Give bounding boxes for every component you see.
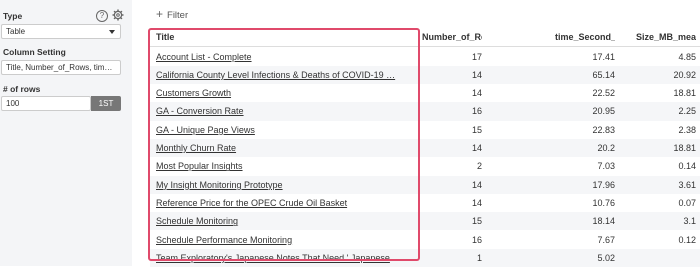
cell-number-of-rows: 14: [471, 197, 482, 208]
table-row: Account List - Complete 17 17.41 4.85: [150, 48, 700, 66]
header-size-mb-mean[interactable]: Size_MB_mean: [636, 28, 696, 46]
cell-number-of-rows: 15: [471, 216, 482, 227]
cell-number-of-rows: 15: [471, 124, 482, 135]
cell-title[interactable]: Customers Growth: [156, 84, 416, 102]
cell-time-second-mean: 22.52: [592, 88, 615, 99]
cell-size-mb-mean: 4.85: [678, 51, 696, 62]
cell-size-mb-mean: 20.92: [673, 69, 696, 80]
cell-title[interactable]: Team Exploratory's Japanese Notes That N…: [156, 249, 416, 267]
column-setting-field[interactable]: Title, Number_of_Rows, tim…: [1, 60, 121, 75]
cell-number-of-rows: 14: [471, 88, 482, 99]
cell-number-of-rows: 14: [471, 179, 482, 190]
cell-time-second-mean: 17.96: [592, 179, 615, 190]
sidebar: Type ? Table Column Setting Title, Numbe…: [0, 0, 132, 266]
header-title[interactable]: Title: [156, 28, 416, 46]
type-select-value: Table: [6, 27, 26, 36]
cell-size-mb-mean: 18.81: [673, 88, 696, 99]
cell-number-of-rows: 14: [471, 143, 482, 153]
cell-time-second-mean: 20.2: [597, 143, 615, 153]
cell-title[interactable]: Most Popular Insights: [156, 157, 416, 175]
cell-title[interactable]: Schedule Performance Monitoring: [156, 231, 416, 249]
rows-label: # of rows: [3, 84, 41, 94]
cell-size-mb-mean: 0.14: [678, 161, 696, 172]
cell-number-of-rows: 14: [471, 69, 482, 80]
cell-title[interactable]: Reference Price for the OPEC Crude Oil B…: [156, 194, 416, 212]
cell-size-mb-mean: 2.38: [678, 124, 696, 135]
cell-title[interactable]: Monthly Churn Rate: [156, 139, 416, 157]
cell-size-mb-mean: 3.1: [683, 216, 696, 227]
table-row: California County Level Infections & Dea…: [150, 65, 700, 85]
cell-time-second-mean: 18.14: [592, 216, 615, 227]
column-setting-label: Column Setting: [3, 47, 66, 57]
cell-number-of-rows: 16: [471, 106, 482, 117]
table-row: GA - Unique Page Views 15 22.83 2.38: [150, 121, 700, 139]
cell-title[interactable]: GA - Conversion Rate: [156, 102, 416, 120]
header-number-of-rows[interactable]: Number_of_Rows: [422, 28, 482, 46]
table-row: Reference Price for the OPEC Crude Oil B…: [150, 194, 700, 212]
cell-time-second-mean: 65.14: [592, 69, 615, 80]
cell-number-of-rows: 17: [471, 51, 482, 62]
filter-label: Filter: [167, 10, 189, 21]
cell-time-second-mean: 7.67: [597, 234, 615, 245]
cell-time-second-mean: 17.41: [592, 51, 615, 62]
table-row: Customers Growth 14 22.52 18.81: [150, 84, 700, 102]
rows-input-value: 100: [6, 99, 20, 108]
cell-size-mb-mean: 2.25: [678, 106, 696, 117]
cell-size-mb-mean: [636, 249, 696, 267]
cell-time-second-mean: 20.95: [592, 106, 615, 117]
cell-time-second-mean: 10.76: [592, 197, 615, 208]
table-header-row: Title Number_of_Rows time_Second_mean Si…: [150, 28, 700, 48]
cell-title[interactable]: Account List - Complete: [156, 48, 416, 66]
cell-title[interactable]: California County Level Infections & Dea…: [156, 66, 416, 84]
cell-size-mb-mean: 0.07: [678, 197, 696, 208]
header-time-second-mean[interactable]: time_Second_mean: [555, 28, 615, 46]
table-row: My Insight Monitoring Prototype 14 17.96 3.…: [150, 175, 700, 194]
rows-input[interactable]: 100: [1, 96, 91, 111]
cell-title[interactable]: My Insight Monitoring Prototype: [156, 176, 416, 194]
first-button[interactable]: 1ST: [91, 96, 121, 111]
table-row: Schedule Monitoring 15 18.14 3.1: [150, 212, 700, 231]
cell-time-second-mean: 22.83: [592, 124, 615, 135]
cell-size-mb-mean: 18.81: [673, 143, 696, 153]
gear-icon[interactable]: [112, 9, 124, 21]
cell-time-second-mean: 5.02: [597, 252, 615, 263]
cell-number-of-rows: 1: [476, 252, 482, 263]
cell-size-mb-mean: 0.12: [678, 234, 696, 245]
plus-icon: +: [156, 7, 164, 21]
table-row: Team Exploratory's Japanese Notes That N…: [150, 248, 700, 267]
chevron-down-icon: [109, 30, 115, 34]
cell-number-of-rows: 16: [471, 234, 482, 245]
table-row: Monthly Churn Rate 14 20.2 18.81: [150, 139, 700, 158]
cell-size-mb-mean: 3.61: [678, 179, 696, 190]
table-row: Schedule Performance Monitoring 16 7.67 0.1…: [150, 231, 700, 249]
table-row: Most Popular Insights 2 7.03 0.14: [150, 157, 700, 175]
cell-title[interactable]: Schedule Monitoring: [156, 212, 416, 230]
type-select[interactable]: Table: [1, 24, 121, 39]
cell-time-second-mean: 7.03: [597, 161, 615, 172]
table-row: GA - Conversion Rate 16 20.95 2.25: [150, 102, 700, 121]
cell-number-of-rows: 2: [476, 161, 482, 172]
help-icon[interactable]: ?: [96, 10, 108, 22]
column-setting-value: Title, Number_of_Rows, tim…: [6, 63, 113, 72]
add-filter-button[interactable]: + Filter: [156, 7, 188, 21]
cell-title[interactable]: GA - Unique Page Views: [156, 121, 416, 139]
type-label: Type: [3, 11, 23, 21]
